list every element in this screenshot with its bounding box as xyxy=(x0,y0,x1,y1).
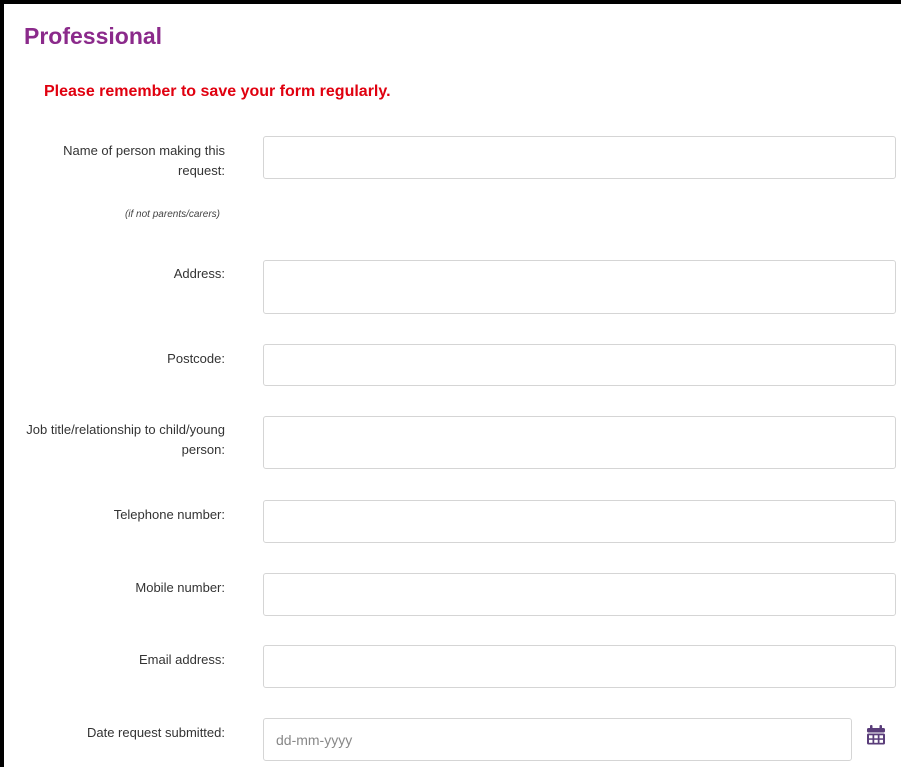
calendar-icon[interactable] xyxy=(864,723,888,747)
mobile-input[interactable] xyxy=(263,573,896,616)
save-reminder: Please remember to save your form regula… xyxy=(44,83,391,100)
telephone-label: Telephone number: xyxy=(113,507,225,522)
section-title: Professional xyxy=(24,23,163,49)
mobile-label: Mobile number: xyxy=(135,580,225,595)
calendar-icon-glyph xyxy=(867,725,885,745)
name-hint: (if not parents/carers) xyxy=(124,209,220,220)
date-submitted-input[interactable] xyxy=(263,718,852,761)
email-label: Email address: xyxy=(139,652,225,667)
name-input[interactable] xyxy=(263,136,896,179)
address-input[interactable] xyxy=(263,260,896,314)
postcode-label: Postcode: xyxy=(167,351,225,366)
email-input[interactable] xyxy=(263,645,896,688)
telephone-input[interactable] xyxy=(263,500,896,543)
address-label: Address: xyxy=(173,266,225,281)
name-label: Name of person making this request: xyxy=(63,143,225,178)
postcode-input[interactable] xyxy=(263,344,896,386)
job-title-label: Job title/relationship to child/young pe… xyxy=(26,422,225,457)
form-panel: Professional Please remember to save you… xyxy=(0,0,901,767)
job-title-input[interactable] xyxy=(263,416,896,469)
date-submitted-label: Date request submitted: xyxy=(86,725,225,740)
